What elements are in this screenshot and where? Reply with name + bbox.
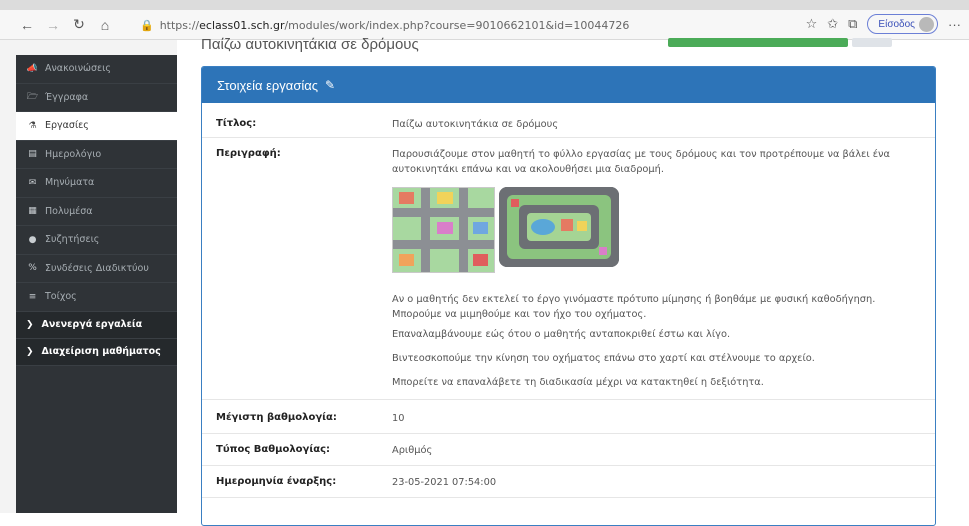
divider [202,497,935,498]
divider [202,465,935,466]
max-grade-value: 10 [392,413,405,424]
lock-icon: 🔒 [140,18,154,32]
chat-icon: ● [28,234,37,245]
url-host: eclass01.sch.gr [199,18,285,32]
description-label: Περιγραφή: [216,148,281,159]
sidebar-item-label: Τοίχος [45,291,77,303]
grade-type-row: Τύπος Βαθμολογίας: [216,443,330,455]
assignment-details-panel: Στοιχεία εργασίας ✎ Τίτλος: Παίζω αυτοκι… [201,66,936,526]
title-label: Τίτλος: [216,118,257,129]
action-button[interactable] [668,38,848,47]
title-row: Τίτλος: [216,117,256,129]
description-line-1: Παρουσιάζουμε στον μαθητή το φύλλο εργασ… [392,149,890,160]
description-p2: Επαναλαμβάνουμε εώς ότου ο μαθητής ανταπ… [392,329,731,340]
divider [202,399,935,400]
max-grade-label: Μέγιστη βαθμολογία: [216,412,337,423]
edit-icon[interactable]: ✎ [325,78,335,92]
sidebar-item-label: Πολυμέσα [45,205,93,217]
forward-icon[interactable]: → [40,13,66,37]
chevron-right-icon: ❯ [26,319,34,330]
collections-icon[interactable]: ⧉ [848,16,857,32]
sidebar-item-documents[interactable]: 🗁 Έγγραφα [16,84,177,112]
sidebar-item-label: Ανακοινώσεις [45,63,111,75]
description-row: Περιγραφή: [216,147,281,159]
start-date-value: 23-05-2021 07:54:00 [392,477,497,488]
sidebar-item-label: Συνδέσεις Διαδικτύου [45,262,149,274]
url-path: /modules/work/index.php?course=901066210… [284,18,630,32]
description-line-2: αυτοκινητάκι επάνω και να ακολουθήσει μι… [392,164,664,175]
tab-strip [0,0,969,10]
folder-icon: 🗁 [26,92,39,103]
sidebar-item-assignments[interactable]: ⚗ Εργασίες [16,112,177,141]
sidebar-item-label: Συζητήσεις [45,234,100,246]
sidebar-item-wall[interactable]: ≡ Τοίχος [16,283,177,312]
back-icon[interactable]: ← [14,13,40,37]
divider [202,433,935,434]
list-icon: ≡ [28,291,37,302]
start-date-label: Ημερομηνία έναρξης: [216,476,337,487]
more-icon[interactable]: ··· [948,17,961,32]
refresh-icon[interactable]: ↻ [66,13,92,37]
browser-window: ← → ↻ ⌂ 🔒 https://eclass01.sch.gr/module… [0,0,969,526]
description-p1-line-2: Μπορούμε να μιμηθούμε και τον ήχο του οχ… [392,309,647,320]
sidebar-item-calendar[interactable]: ▤ Ημερολόγιο [16,141,177,169]
sidebar-item-label: Μηνύματα [45,177,95,189]
browser-toolbar: ← → ↻ ⌂ 🔒 https://eclass01.sch.gr/module… [0,10,969,40]
sidebar-item-label: Εργασίες [45,120,89,132]
grade-type-label: Τύπος Βαθμολογίας: [216,444,331,455]
home-icon[interactable]: ⌂ [92,13,118,37]
sidebar-group-label: Διαχείριση μαθήματος [41,346,161,357]
read-aloud-icon[interactable]: ☆ [806,16,818,32]
panel-header: Στοιχεία εργασίας ✎ [202,67,935,103]
calendar-icon: ▤ [28,149,37,160]
options-button[interactable] [852,38,892,47]
start-date-row: Ημερομηνία έναρξης: [216,475,336,487]
favorites-icon[interactable]: ✩ [827,16,838,32]
road-map-image-1 [392,187,495,273]
chevron-right-icon: ❯ [26,346,34,357]
worksheet-image [392,187,619,273]
description-p1-line-1: Αν ο μαθητής δεν εκτελεί το έργο γινόμασ… [392,294,876,305]
divider [202,137,935,138]
description-p4: Μπορείτε να επαναλάβετε τη διαδικασία μέ… [392,377,764,388]
sidebar-group-inactive-tools[interactable]: ❯ Ανενεργά εργαλεία [16,311,177,339]
sidebar-item-links[interactable]: % Συνδέσεις Διαδικτύου [16,255,177,283]
avatar-icon [919,16,934,32]
road-map-drawing-2 [499,187,619,267]
max-grade-row: Μέγιστη βαθμολογία: [216,411,337,423]
course-sidebar: 📣 Ανακοινώσεις 🗁 Έγγραφα ⚗ Εργασίες ▤ Ημ… [16,55,177,513]
megaphone-icon: 📣 [26,63,39,74]
description-p3: Βιντεοσκοπούμε την κίνηση του οχήματος ε… [392,353,815,364]
road-map-image-2 [499,187,619,267]
sidebar-item-messages[interactable]: ✉ Μηνύματα [16,169,177,198]
main-content: Παίζω αυτοκινητάκια σε δρόμους Στοιχεία … [177,36,969,526]
sidebar-item-announcements[interactable]: 📣 Ανακοινώσεις [16,55,177,84]
sidebar-item-label: Ημερολόγιο [45,148,102,160]
signin-label: Είσοδος [878,18,915,30]
sidebar-group-course-admin[interactable]: ❯ Διαχείριση μαθήματος [16,338,177,366]
toolbar-icons: ☆ ✩ ⧉ Είσοδος ··· [806,14,961,34]
title-value: Παίζω αυτοκινητάκια σε δρόμους [392,119,559,130]
panel-heading: Στοιχεία εργασίας [217,77,319,93]
page-title: Παίζω αυτοκινητάκια σε δρόμους [201,36,419,53]
road-map-drawing-1 [393,188,494,272]
link-icon: % [28,263,37,274]
film-icon: ▦ [28,206,37,217]
envelope-icon: ✉ [28,177,37,188]
sidebar-item-discussions[interactable]: ● Συζητήσεις [16,226,177,255]
sidebar-item-multimedia[interactable]: ▦ Πολυμέσα [16,198,177,226]
signin-button[interactable]: Είσοδος [867,14,938,34]
url-prefix: https:// [159,18,200,32]
flask-icon: ⚗ [28,120,37,131]
sidebar-group-label: Ανενεργά εργαλεία [41,319,143,330]
grade-type-value: Αριθμός [392,445,433,456]
sidebar-item-label: Έγγραφα [45,91,89,103]
